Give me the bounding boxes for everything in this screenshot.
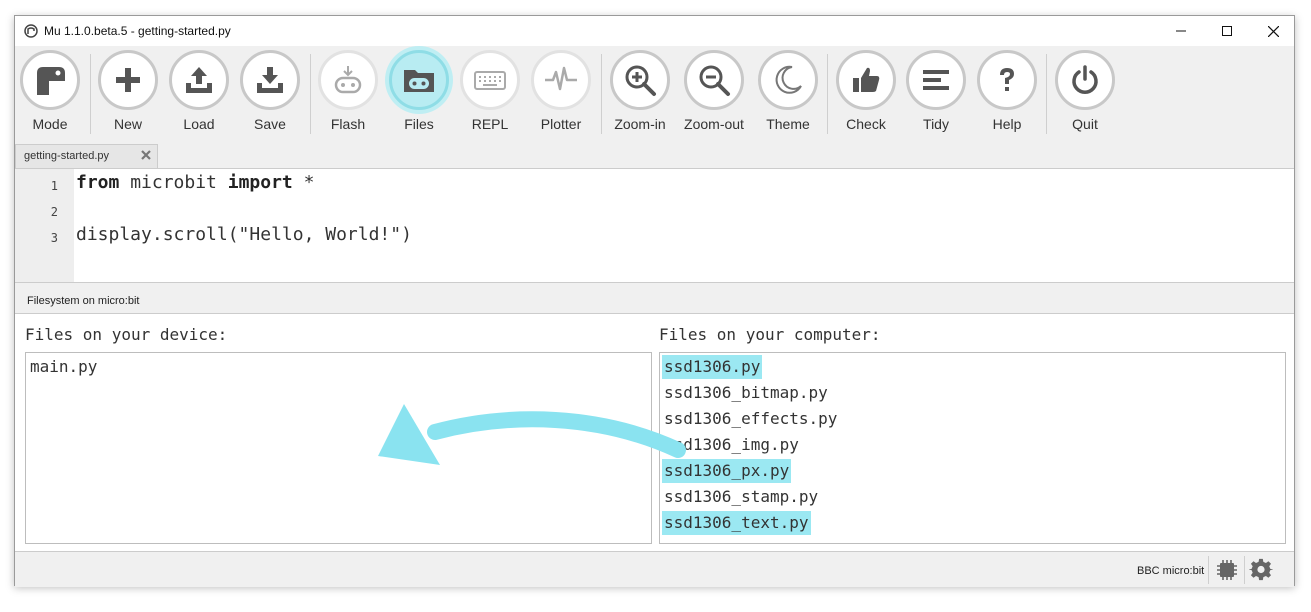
zoom-in-button[interactable]: Zoom-in bbox=[605, 50, 675, 132]
maximize-icon bbox=[1222, 26, 1232, 36]
flash-button[interactable]: Flash bbox=[313, 50, 383, 132]
computer-file-list[interactable]: ssd1306.py ssd1306_bitmap.py ssd1306_eff… bbox=[659, 352, 1286, 544]
code-line: display.scroll("Hello, World!") bbox=[76, 224, 412, 245]
mu-app-icon bbox=[24, 24, 38, 38]
close-icon bbox=[1267, 25, 1279, 37]
line-number: 3 bbox=[50, 231, 58, 245]
files-button[interactable]: Files bbox=[384, 50, 454, 132]
toolbar-separator bbox=[310, 54, 311, 134]
list-item[interactable]: ssd1306_text.py bbox=[662, 511, 811, 535]
status-bar: BBC micro:bit bbox=[15, 552, 1294, 587]
drag-direction-arrow-icon bbox=[378, 404, 686, 465]
download-icon bbox=[257, 67, 283, 93]
toolbar-separator bbox=[90, 54, 91, 134]
question-icon bbox=[1000, 68, 1014, 91]
keyboard-icon bbox=[474, 71, 506, 90]
tab-bar: getting-started.py bbox=[15, 144, 1294, 168]
code-text: * bbox=[292, 172, 315, 193]
toolbar-separator bbox=[1046, 54, 1047, 134]
power-icon bbox=[1072, 65, 1098, 94]
repl-button[interactable]: REPL bbox=[455, 50, 525, 132]
device-files-heading: Files on your device: bbox=[25, 325, 228, 344]
toolbar-separator bbox=[827, 54, 828, 134]
plus-icon bbox=[116, 68, 140, 92]
window-title: Mu 1.1.0.beta.5 - getting-started.py bbox=[44, 24, 231, 38]
save-button[interactable]: Save bbox=[235, 50, 305, 132]
zoom-in-icon bbox=[625, 65, 656, 96]
status-divider bbox=[1208, 556, 1209, 584]
list-item[interactable]: ssd1306_stamp.py bbox=[662, 485, 820, 509]
code-editor[interactable]: 1 2 3 from microbit import * display.scr… bbox=[15, 168, 1294, 283]
plotter-button[interactable]: Plotter bbox=[526, 50, 596, 132]
quit-button[interactable]: Quit bbox=[1050, 50, 1120, 132]
code-line: from microbit import * bbox=[76, 172, 314, 193]
mode-label[interactable]: BBC micro:bit bbox=[1137, 565, 1204, 577]
minimize-button[interactable] bbox=[1158, 16, 1204, 46]
tab-close-icon[interactable] bbox=[140, 149, 152, 161]
mu-editor-window: Mu 1.1.0.beta.5 - getting-started.py Mod… bbox=[14, 15, 1295, 587]
close-window-button[interactable] bbox=[1250, 16, 1296, 46]
mode-icon bbox=[37, 67, 65, 95]
load-button[interactable]: Load bbox=[164, 50, 234, 132]
moon-icon bbox=[775, 65, 802, 94]
pulse-icon bbox=[545, 66, 577, 91]
keyword: from bbox=[76, 172, 120, 193]
zoom-out-button[interactable]: Zoom-out bbox=[679, 50, 749, 132]
files-device-icon bbox=[404, 70, 434, 92]
new-button[interactable]: New bbox=[93, 50, 163, 132]
check-button[interactable]: Check bbox=[831, 50, 901, 132]
title-bar: Mu 1.1.0.beta.5 - getting-started.py bbox=[15, 16, 1294, 46]
maximize-button[interactable] bbox=[1204, 16, 1250, 46]
tab-getting-started[interactable]: getting-started.py bbox=[15, 144, 158, 168]
toolbar: Mode New Load Save Flash Files REPL Plot… bbox=[15, 46, 1294, 158]
tidy-lines-icon bbox=[923, 70, 949, 90]
code-text: microbit bbox=[119, 172, 228, 193]
line-number: 2 bbox=[50, 205, 58, 219]
list-item[interactable]: ssd1306.py bbox=[662, 355, 763, 379]
help-button[interactable]: Help bbox=[972, 50, 1042, 132]
keyword: import bbox=[227, 172, 293, 193]
upload-icon bbox=[186, 67, 212, 93]
line-number-gutter: 1 2 3 bbox=[15, 169, 74, 282]
zoom-out-icon bbox=[699, 65, 730, 96]
filesystem-pane-title: Filesystem on micro:bit bbox=[27, 295, 140, 307]
computer-files-heading: Files on your computer: bbox=[659, 325, 881, 344]
line-number: 1 bbox=[50, 179, 58, 193]
flash-device-icon bbox=[334, 66, 362, 94]
gear-icon[interactable] bbox=[1249, 558, 1273, 582]
mode-button[interactable]: Mode bbox=[15, 50, 85, 132]
chip-icon[interactable] bbox=[1215, 558, 1239, 582]
tab-label: getting-started.py bbox=[24, 150, 109, 162]
status-divider bbox=[1244, 556, 1245, 584]
toolbar-separator bbox=[601, 54, 602, 134]
list-item[interactable]: main.py bbox=[28, 355, 99, 379]
tidy-button[interactable]: Tidy bbox=[901, 50, 971, 132]
thumbs-up-icon bbox=[853, 67, 880, 92]
minimize-icon bbox=[1176, 30, 1186, 32]
theme-button[interactable]: Theme bbox=[753, 50, 823, 132]
